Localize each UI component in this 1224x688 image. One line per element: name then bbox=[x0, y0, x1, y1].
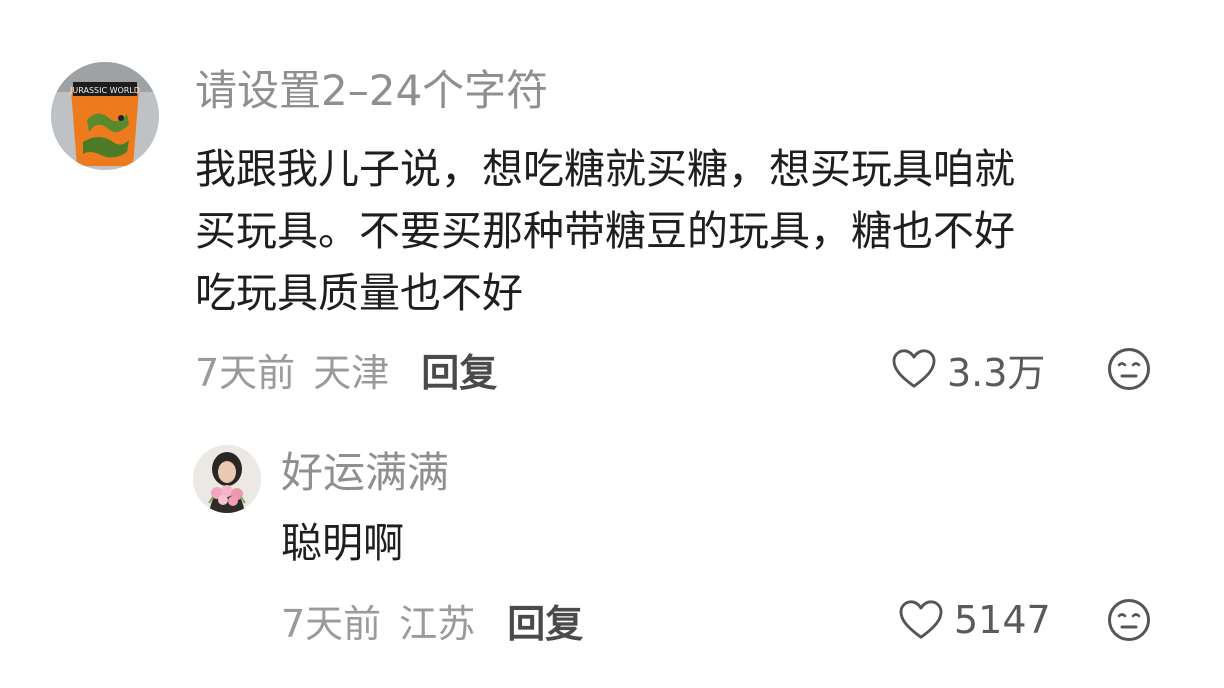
comment-meta: 7天前 江苏 回复 bbox=[281, 597, 583, 646]
react-button[interactable] bbox=[1107, 347, 1151, 391]
comment-username[interactable]: 好运满满 bbox=[281, 452, 449, 494]
reply-button[interactable]: 回复 bbox=[507, 593, 583, 648]
like-button[interactable]: 3.3万 bbox=[891, 346, 1045, 395]
comment-location: 江苏 bbox=[399, 601, 476, 646]
comment-time: 7天前 bbox=[281, 601, 382, 646]
react-button[interactable] bbox=[1107, 598, 1151, 642]
like-count: 5147 bbox=[954, 598, 1051, 642]
person-with-flowers-avatar-icon bbox=[193, 445, 261, 513]
user-avatar[interactable]: JURASSIC WORLD bbox=[51, 62, 159, 170]
like-count: 3.3万 bbox=[947, 350, 1046, 395]
comment-thread: JURASSIC WORLD 请设置2–24个字符 我跟我儿子说，想吃糖就买糖，… bbox=[0, 0, 1224, 688]
comment-meta: 7天前 天津 回复 bbox=[195, 346, 497, 395]
comment-time: 7天前 bbox=[195, 350, 296, 395]
comment-text-line: 我跟我儿子说，想吃糖就买糖，想买玩具咱就 bbox=[195, 145, 1015, 193]
heart-outline-icon bbox=[899, 600, 943, 639]
like-button[interactable]: 5147 bbox=[898, 597, 1051, 643]
comment-location: 天津 bbox=[313, 350, 390, 395]
comment-username[interactable]: 请设置2–24个字符 bbox=[195, 70, 548, 112]
neutral-face-icon bbox=[1108, 348, 1150, 390]
comment-text-line: 吃玩具质量也不好 bbox=[195, 269, 523, 317]
neutral-face-icon bbox=[1108, 599, 1150, 641]
avatar-logo-text: JURASSIC WORLD bbox=[69, 86, 140, 95]
comment-text-line: 聪明啊 bbox=[281, 519, 404, 567]
comment-text-line: 买玩具。不要买那种带糖豆的玩具，糖也不好 bbox=[195, 207, 1015, 255]
user-avatar[interactable] bbox=[193, 445, 261, 513]
heart-outline-icon bbox=[892, 349, 936, 388]
orange-cup-avatar-icon: JURASSIC WORLD bbox=[51, 62, 159, 170]
reply-button[interactable]: 回复 bbox=[421, 342, 497, 397]
